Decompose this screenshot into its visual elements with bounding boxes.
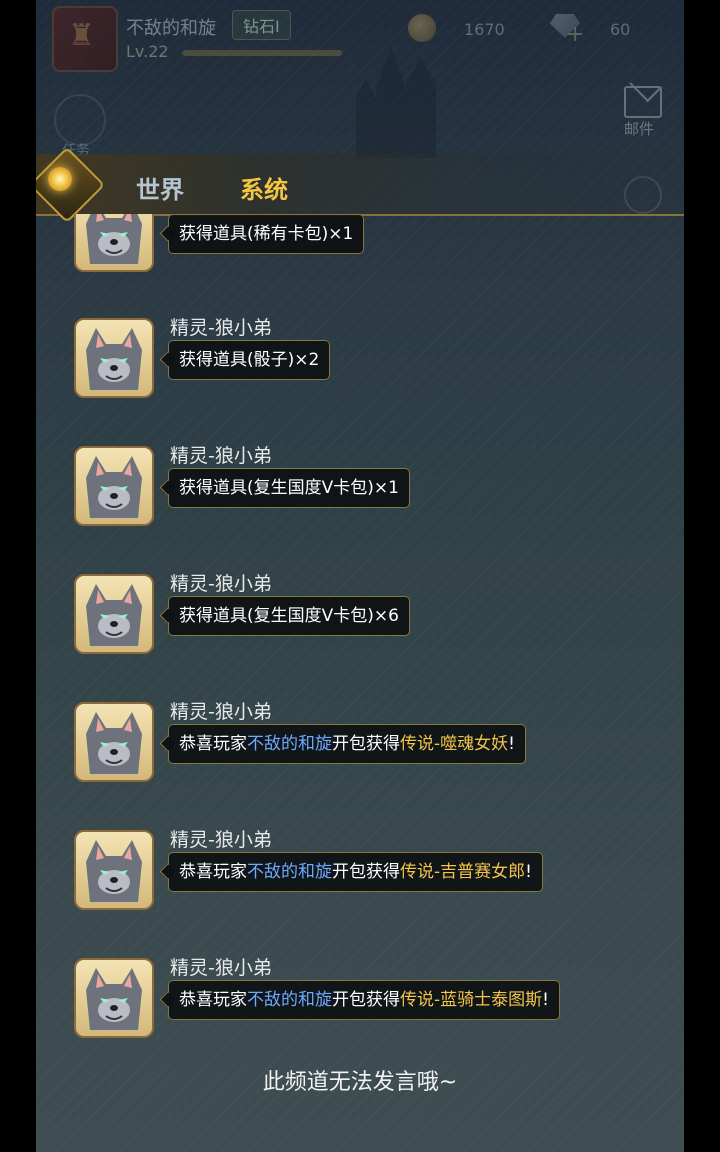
tab-system[interactable]: 系统 — [240, 170, 288, 205]
message-bubble: 恭喜玩家不敌的和旋开包获得传说-蓝骑士泰图斯! — [168, 980, 560, 1020]
player-name-highlight: 不敌的和旋 — [247, 862, 332, 882]
rank-badge: 钻石Ⅰ — [232, 10, 291, 40]
message-item: 精灵-狼小弟 恭喜玩家不敌的和旋开包获得传说-吉普赛女郎! — [36, 829, 684, 940]
message-bubble: 获得道具(稀有卡包)×1 — [168, 214, 365, 254]
wolf-avatar-icon[interactable] — [74, 446, 154, 526]
player-name-highlight: 不敌的和旋 — [247, 990, 332, 1010]
message-bubble: 获得道具(骰子)×2 — [168, 340, 331, 380]
coin-count: 1670 — [464, 20, 505, 39]
wolf-avatar-icon[interactable] — [74, 958, 154, 1038]
message-text: 恭喜玩家 — [179, 990, 247, 1010]
exp-bar — [182, 50, 342, 56]
message-item: 获得道具(稀有卡包)×1 — [36, 214, 684, 302]
message-item: 精灵-狼小弟 获得道具(复生国度V卡包)×1 — [36, 445, 684, 556]
message-sender: 精灵-狼小弟 — [170, 957, 272, 979]
player-level: Lv.22 — [126, 42, 169, 61]
castle-icon — [356, 48, 436, 158]
add-gems-icon[interactable]: + — [566, 22, 584, 47]
message-text: ! — [525, 862, 532, 882]
message-text: ! — [508, 734, 515, 754]
message-bubble: 恭喜玩家不敌的和旋开包获得传说-吉普赛女郎! — [168, 852, 543, 892]
message-bubble: 恭喜玩家不敌的和旋开包获得传说-噬魂女妖! — [168, 724, 526, 764]
gem-count: 60 — [610, 20, 631, 39]
card-name-highlight: 传说-吉普赛女郎 — [400, 862, 526, 882]
message-item: 精灵-狼小弟 获得道具(复生国度V卡包)×6 — [36, 573, 684, 684]
wolf-avatar-icon[interactable] — [74, 830, 154, 910]
mail-label[interactable]: 邮件 — [624, 118, 654, 139]
channel-tabbar: 世界 系统 — [36, 146, 684, 224]
message-sender: 精灵-狼小弟 — [170, 701, 272, 723]
message-item: 精灵-狼小弟 获得道具(骰子)×2 — [36, 317, 684, 428]
wolf-avatar-icon[interactable] — [74, 214, 154, 272]
mail-icon[interactable] — [624, 86, 662, 118]
card-name-highlight: 传说-噬魂女妖 — [400, 734, 509, 754]
wolf-avatar-icon[interactable] — [74, 702, 154, 782]
channel-notice: 此频道无法发言哦~ — [262, 1070, 458, 1095]
avatar-glyph-icon: ♜ — [68, 18, 95, 53]
card-name-highlight: 传说-蓝骑士泰图斯 — [400, 990, 543, 1010]
player-avatar[interactable]: ♜ — [52, 6, 118, 72]
message-item: 精灵-狼小弟 恭喜玩家不敌的和旋开包获得传说-蓝骑士泰图斯! — [36, 957, 684, 1054]
message-bubble: 获得道具(复生国度V卡包)×1 — [168, 468, 410, 508]
game-screen: ♜ 不敌的和旋 钻石Ⅰ Lv.22 1670 + 60 任务 邮件 世界 系统 … — [36, 0, 684, 1152]
message-sender: 精灵-狼小弟 — [170, 829, 272, 851]
message-text: 开包获得 — [332, 990, 400, 1010]
message-text: 恭喜玩家 — [179, 734, 247, 754]
message-text: 开包获得 — [332, 734, 400, 754]
chat-emblem-icon — [36, 146, 106, 224]
sun-icon — [48, 167, 72, 191]
message-text: ! — [542, 990, 549, 1010]
message-text: 开包获得 — [332, 862, 400, 882]
message-item: 精灵-狼小弟 恭喜玩家不敌的和旋开包获得传说-噬魂女妖! — [36, 701, 684, 812]
tab-world[interactable]: 世界 — [136, 170, 184, 205]
task-icon[interactable] — [54, 94, 106, 146]
wolf-avatar-icon[interactable] — [74, 318, 154, 398]
message-sender: 精灵-狼小弟 — [170, 573, 272, 595]
wolf-avatar-icon[interactable] — [74, 574, 154, 654]
message-text: 恭喜玩家 — [179, 862, 247, 882]
message-sender: 精灵-狼小弟 — [170, 317, 272, 339]
system-message-list[interactable]: 获得道具(稀有卡包)×1 精灵-狼小弟 获得道具(骰子)×2 精灵-狼小弟 获得… — [36, 214, 684, 1054]
player-name: 不敌的和旋 — [126, 18, 216, 39]
message-bubble: 获得道具(复生国度V卡包)×6 — [168, 596, 410, 636]
player-name-highlight: 不敌的和旋 — [247, 734, 332, 754]
message-sender: 精灵-狼小弟 — [170, 445, 272, 467]
